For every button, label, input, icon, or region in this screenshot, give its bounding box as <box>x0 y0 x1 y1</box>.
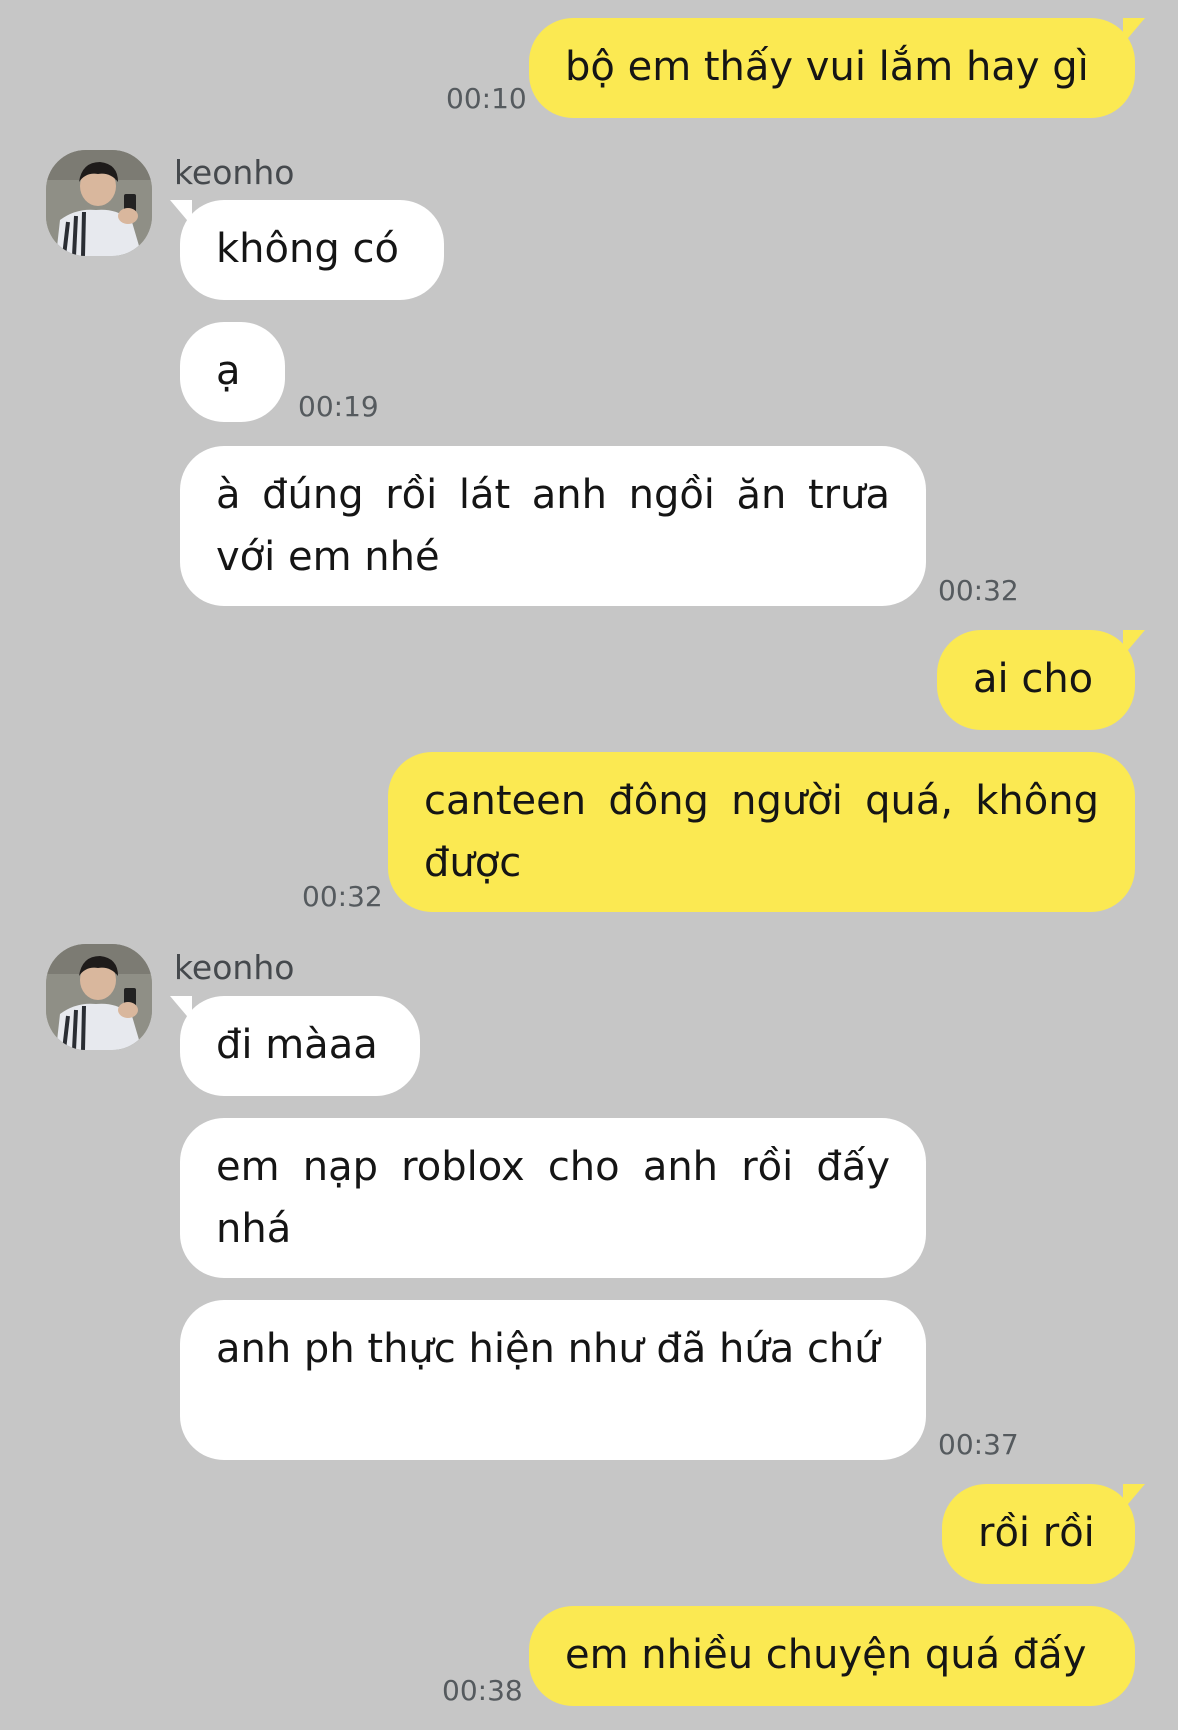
outgoing-message-bubble[interactable]: canteen đông người quá, không được <box>388 752 1135 912</box>
incoming-message-bubble[interactable]: không có <box>170 200 444 300</box>
outgoing-message-bubble[interactable]: bộ em thấy vui lắm hay gì <box>529 18 1145 118</box>
chat-area[interactable]: 00:10 bộ em thấy vui lắm hay gì keonho k… <box>0 0 1178 1730</box>
message-text: ạ <box>216 348 241 394</box>
message-text: à đúng rồi lát anh ngồi ăn trưa với em n… <box>216 472 890 580</box>
profile-photo-icon <box>46 944 152 1050</box>
message-text: đi màaa <box>216 1022 378 1068</box>
incoming-message-bubble[interactable]: ạ <box>180 322 285 422</box>
message-text: rồi rồi <box>978 1510 1095 1556</box>
message-timestamp: 00:37 <box>938 1428 1019 1461</box>
outgoing-message-bubble[interactable]: rồi rồi <box>942 1484 1145 1584</box>
profile-photo-icon <box>46 150 152 256</box>
incoming-message-bubble[interactable]: em nạp roblox cho anh rồi đấy nhá <box>180 1118 926 1278</box>
message-text: canteen đông người quá, không được <box>424 778 1099 886</box>
outgoing-message-bubble[interactable]: em nhiều chuyện quá đấy <box>529 1606 1135 1706</box>
message-timestamp: 00:19 <box>298 390 379 423</box>
incoming-message-bubble[interactable]: anh ph thực hiện như đã hứa chứ <box>180 1300 926 1460</box>
sender-name: keonho <box>174 153 295 192</box>
message-timestamp: 00:38 <box>442 1674 523 1707</box>
message-text: bộ em thấy vui lắm hay gì <box>565 44 1089 90</box>
message-text: anh ph thực hiện như đã hứa chứ <box>216 1326 880 1372</box>
message-timestamp: 00:10 <box>446 82 527 115</box>
avatar[interactable] <box>46 944 152 1050</box>
incoming-message-bubble[interactable]: đi màaa <box>170 996 420 1096</box>
incoming-message-bubble[interactable]: à đúng rồi lát anh ngồi ăn trưa với em n… <box>180 446 926 606</box>
message-timestamp: 00:32 <box>938 574 1019 607</box>
sender-name: keonho <box>174 948 295 987</box>
outgoing-message-bubble[interactable]: ai cho <box>937 630 1145 730</box>
message-text: ai cho <box>973 656 1094 702</box>
avatar[interactable] <box>46 150 152 256</box>
message-timestamp: 00:32 <box>302 880 383 913</box>
message-text: em nhiều chuyện quá đấy <box>565 1632 1087 1678</box>
message-text: không có <box>216 226 399 272</box>
message-text: em nạp roblox cho anh rồi đấy nhá <box>216 1144 890 1252</box>
